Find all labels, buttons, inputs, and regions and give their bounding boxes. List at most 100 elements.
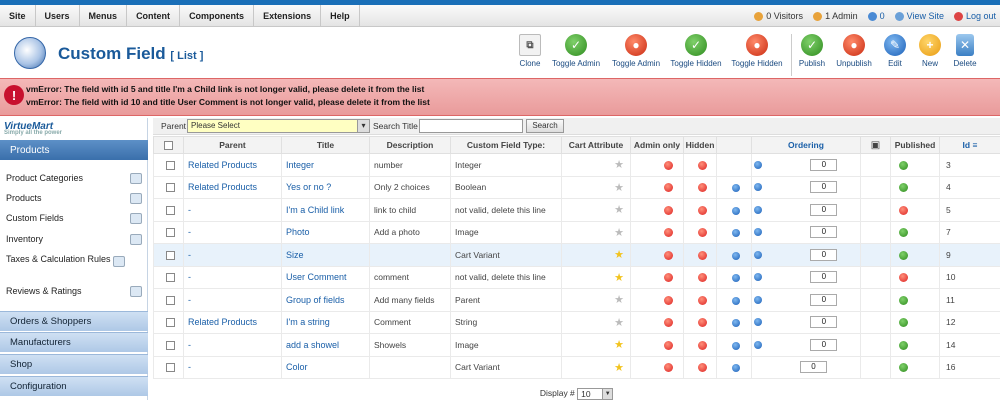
- arrow-down-icon[interactable]: [754, 183, 762, 191]
- row-checkbox[interactable]: [166, 318, 175, 328]
- arrow-up-icon[interactable]: [732, 274, 740, 282]
- disabled-icon[interactable]: [664, 295, 673, 305]
- parent-link[interactable]: Related Products: [188, 317, 257, 327]
- disabled-icon[interactable]: [697, 250, 707, 260]
- star-icon[interactable]: ★: [614, 294, 624, 306]
- sidebar-section-manufacturers[interactable]: Manufacturers: [0, 332, 148, 352]
- title-link[interactable]: I'm a Child link: [286, 205, 344, 215]
- parent-link[interactable]: Related Products: [188, 160, 257, 170]
- ordering-input[interactable]: 0: [810, 226, 838, 239]
- col-published[interactable]: Published: [890, 136, 940, 154]
- disabled-icon[interactable]: [697, 363, 707, 373]
- select-all-checkbox[interactable]: [164, 141, 173, 151]
- row-checkbox[interactable]: [166, 205, 175, 215]
- star-icon[interactable]: ★: [614, 182, 624, 194]
- published-check-icon[interactable]: [899, 318, 908, 328]
- sidebar-item-inventory[interactable]: Inventory: [6, 234, 142, 250]
- menu-help[interactable]: Help: [321, 5, 360, 26]
- disabled-icon[interactable]: [664, 273, 673, 283]
- disabled-icon[interactable]: [664, 318, 673, 328]
- star-icon[interactable]: ★: [614, 272, 624, 284]
- toggle-admin-on-button[interactable]: ✓ Toggle Admin: [546, 34, 606, 68]
- arrow-down-icon[interactable]: [754, 318, 762, 326]
- logout-label[interactable]: Log out: [966, 11, 996, 21]
- sidebar-item-custom-fields[interactable]: Custom Fields: [6, 213, 142, 229]
- sidebar-item-taxes[interactable]: Taxes & Calculation Rules: [6, 254, 116, 278]
- disabled-icon[interactable]: [697, 183, 707, 193]
- star-icon[interactable]: ★: [614, 159, 624, 171]
- col-cart-attribute[interactable]: Cart Attribute: [561, 136, 631, 154]
- ordering-input[interactable]: 0: [810, 158, 838, 171]
- menu-extensions[interactable]: Extensions: [254, 5, 322, 26]
- parent-link[interactable]: -: [188, 205, 191, 215]
- parent-link[interactable]: -: [188, 340, 191, 350]
- disabled-icon[interactable]: [664, 228, 673, 238]
- arrow-up-icon[interactable]: [732, 319, 740, 327]
- menu-menus[interactable]: Menus: [80, 5, 128, 26]
- arrow-down-icon[interactable]: [754, 295, 762, 304]
- arrow-up-icon[interactable]: [732, 251, 740, 260]
- search-button[interactable]: Search: [526, 119, 564, 133]
- star-icon[interactable]: ★: [614, 339, 624, 351]
- published-check-icon[interactable]: [899, 340, 908, 350]
- arrow-up-icon[interactable]: [732, 229, 740, 237]
- ordering-input[interactable]: 0: [810, 181, 838, 194]
- messages-status[interactable]: 0: [867, 11, 885, 21]
- star-icon[interactable]: ★: [614, 204, 624, 216]
- sidebar-section-configuration[interactable]: Configuration: [0, 376, 148, 396]
- published-check-icon[interactable]: [899, 183, 908, 193]
- toggle-hidden-off-button[interactable]: ● Toggle Hidden: [727, 34, 787, 68]
- view-site-link[interactable]: View Site: [894, 11, 944, 21]
- disabled-icon[interactable]: [697, 160, 707, 170]
- disabled-icon[interactable]: [664, 363, 673, 373]
- disabled-icon[interactable]: [664, 250, 673, 260]
- unpublished-icon[interactable]: [899, 205, 908, 215]
- sidebar-item-reviews[interactable]: Reviews & Ratings: [6, 286, 142, 302]
- disabled-icon[interactable]: [664, 340, 673, 350]
- ordering-input[interactable]: 0: [810, 203, 838, 216]
- save-order-icon[interactable]: ▣: [871, 140, 880, 151]
- parent-link[interactable]: -: [188, 362, 191, 372]
- disabled-icon[interactable]: [697, 228, 707, 238]
- title-link[interactable]: I'm a string: [286, 317, 330, 327]
- parent-link[interactable]: -: [188, 227, 191, 237]
- row-checkbox[interactable]: [166, 295, 175, 305]
- delete-button[interactable]: ✕ Delete: [935, 34, 995, 68]
- arrow-down-icon[interactable]: [754, 340, 762, 349]
- sidebar-section-products[interactable]: Products: [0, 140, 148, 160]
- title-link[interactable]: Size: [286, 250, 304, 260]
- col-parent[interactable]: Parent: [183, 136, 282, 154]
- star-icon[interactable]: ★: [614, 249, 624, 261]
- parent-link[interactable]: -: [188, 272, 191, 282]
- row-checkbox[interactable]: [166, 228, 175, 238]
- disabled-icon[interactable]: [697, 205, 707, 215]
- published-check-icon[interactable]: [899, 250, 908, 260]
- messages-count[interactable]: 0: [880, 11, 885, 21]
- view-site-label[interactable]: View Site: [907, 11, 944, 21]
- col-ordering[interactable]: Ordering: [751, 136, 861, 154]
- arrow-up-icon[interactable]: [732, 184, 740, 192]
- sidebar-section-shop[interactable]: Shop: [0, 354, 148, 374]
- menu-components[interactable]: Components: [180, 5, 255, 26]
- ordering-input[interactable]: 0: [810, 293, 838, 306]
- row-checkbox[interactable]: [166, 250, 175, 260]
- disabled-icon[interactable]: [697, 318, 707, 328]
- arrow-up-icon[interactable]: [732, 364, 740, 372]
- col-admin-only[interactable]: Admin only: [630, 136, 684, 154]
- toggle-admin-off-button[interactable]: ● Toggle Admin: [606, 34, 666, 68]
- arrow-down-icon[interactable]: [754, 160, 762, 169]
- menu-site[interactable]: Site: [0, 5, 36, 26]
- parent-filter-select[interactable]: Please Select ▾: [187, 119, 370, 133]
- arrow-down-icon[interactable]: [754, 250, 762, 259]
- ordering-input[interactable]: 0: [800, 361, 827, 374]
- title-link[interactable]: Yes or no ?: [286, 182, 331, 192]
- arrow-down-icon[interactable]: [754, 205, 762, 214]
- published-check-icon[interactable]: [899, 160, 908, 170]
- disabled-icon[interactable]: [664, 160, 673, 170]
- disabled-icon[interactable]: [697, 295, 707, 305]
- parent-link[interactable]: Related Products: [188, 182, 257, 192]
- col-id[interactable]: Id ≡: [939, 136, 1000, 154]
- sidebar-item-product-categories[interactable]: Product Categories: [6, 173, 142, 189]
- ordering-input[interactable]: 0: [810, 248, 838, 261]
- menu-users[interactable]: Users: [36, 5, 80, 26]
